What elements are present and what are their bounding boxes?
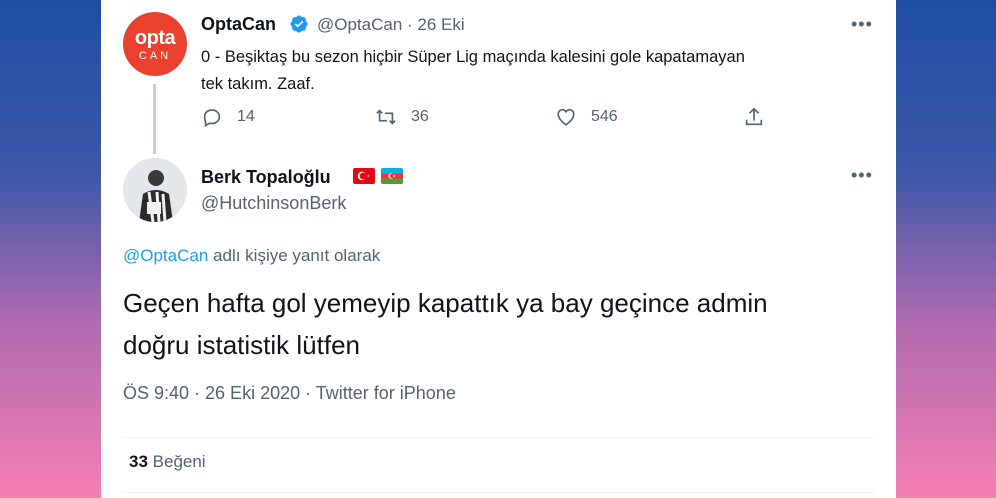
author-handle-date[interactable]: @OptaCan · 26 Eki	[317, 15, 465, 35]
divider	[123, 492, 875, 493]
like-icon	[557, 108, 575, 126]
tweet-card: opta CAN OptaCan @OptaCan · 26 Eki ••• 0…	[101, 0, 896, 498]
like-button[interactable]: 546	[555, 106, 618, 128]
reply-button[interactable]: 14	[201, 106, 255, 128]
verified-icon	[290, 15, 308, 33]
azerbaijan-flag-icon	[381, 168, 403, 184]
profile-flags	[353, 168, 403, 184]
background-left	[0, 0, 101, 498]
tweet-timestamp[interactable]: ÖS 9:40 · 26 Eki 2020 · Twitter for iPho…	[123, 383, 456, 404]
share-button[interactable]	[743, 106, 779, 128]
reply-context-text: adlı kişiye yanıt olarak	[208, 246, 381, 265]
author-name[interactable]: OptaCan	[201, 14, 276, 35]
tweet-text: Geçen hafta gol yemeyip kapattık ya bay …	[123, 282, 883, 366]
reply-icon	[203, 109, 221, 128]
user-photo-icon	[123, 158, 187, 222]
reply-context: @OptaCan adlı kişiye yanıt olarak	[123, 246, 380, 266]
turkey-flag-icon	[353, 168, 375, 184]
berk-avatar[interactable]	[123, 158, 187, 222]
share-icon	[745, 107, 763, 126]
retweet-button[interactable]: 36	[375, 106, 429, 128]
retweet-count: 36	[411, 108, 429, 125]
avatar-logo-text: opta	[134, 27, 176, 49]
tweet-actions: 14 36 546	[201, 106, 781, 132]
background-right	[896, 0, 996, 498]
reply-count: 14	[237, 108, 255, 125]
tweet-text: 0 - Beşiktaş bu sezon hiçbir Süper Lig m…	[201, 44, 881, 98]
likes-summary[interactable]: 33 Beğeni	[129, 452, 206, 472]
more-icon[interactable]: •••	[851, 165, 873, 186]
like-count: 546	[591, 108, 618, 125]
tweet-text-line: 0 - Beşiktaş bu sezon hiçbir Süper Lig m…	[201, 48, 745, 66]
tweet-text-line: Geçen hafta gol yemeyip kapattık ya bay …	[123, 288, 768, 318]
likes-count: 33	[129, 452, 148, 471]
avatar-logo-subtext: CAN	[138, 50, 172, 62]
thread-line	[153, 84, 156, 154]
tweet-text-line: tek takım. Zaaf.	[201, 75, 315, 93]
likes-label: Beğeni	[147, 452, 206, 471]
author-name[interactable]: Berk Topaloğlu	[201, 167, 331, 188]
author-handle[interactable]: @HutchinsonBerk	[201, 193, 346, 214]
more-icon[interactable]: •••	[851, 14, 873, 35]
retweet-icon	[376, 109, 396, 125]
divider	[123, 437, 875, 438]
tweet-text-line: doğru istatistik lütfen	[123, 330, 361, 360]
reply-mention-link[interactable]: @OptaCan	[123, 246, 208, 265]
optacan-avatar[interactable]: opta CAN	[123, 12, 187, 76]
